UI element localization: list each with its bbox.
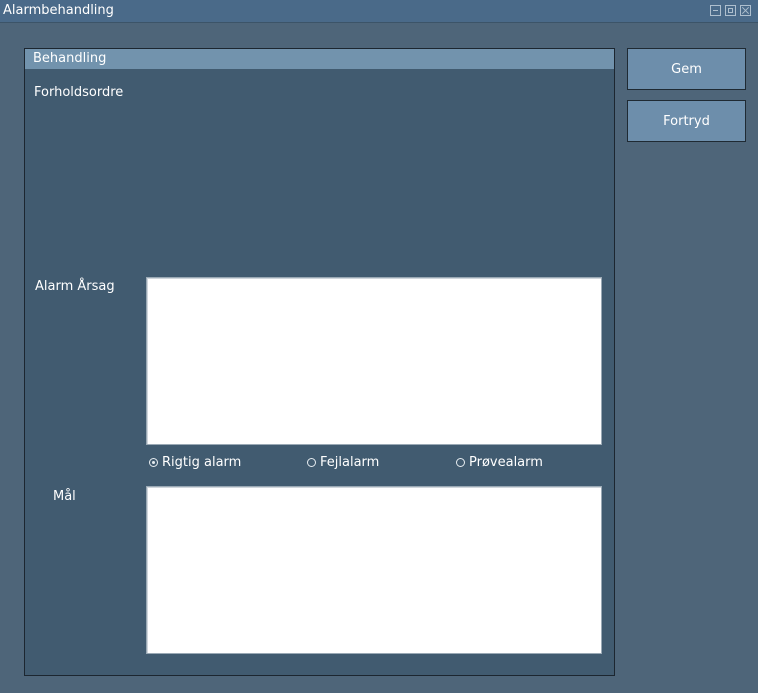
close-icon[interactable] xyxy=(740,5,751,16)
minimize-icon[interactable] xyxy=(710,5,721,16)
goal-label: Mål xyxy=(53,489,76,504)
behandling-panel: Behandling Forholdsordre Alarm Årsag Rig… xyxy=(24,48,615,676)
panel-header: Behandling xyxy=(25,49,614,69)
alarm-cause-textarea[interactable] xyxy=(146,277,602,445)
undo-button[interactable]: Fortryd xyxy=(627,100,746,142)
radio-label: Rigtig alarm xyxy=(162,455,242,470)
forholdsordre-label: Forholdsordre xyxy=(34,85,124,100)
radio-label: Prøvealarm xyxy=(469,455,543,470)
panel-header-label: Behandling xyxy=(33,51,107,66)
radio-selected-icon xyxy=(149,458,158,467)
radio-unselected-icon xyxy=(307,458,316,467)
radio-proevealarm[interactable]: Prøvealarm xyxy=(456,455,543,470)
radio-label: Fejlalarm xyxy=(320,455,380,470)
goal-textarea[interactable] xyxy=(146,486,602,654)
alarm-cause-label: Alarm Årsag xyxy=(35,279,115,294)
radio-fejlalarm[interactable]: Fejlalarm xyxy=(307,455,379,470)
radio-unselected-icon xyxy=(456,458,465,467)
radio-rigtig-alarm[interactable]: Rigtig alarm xyxy=(149,455,241,470)
save-button[interactable]: Gem xyxy=(627,48,746,90)
window-title: Alarmbehandling xyxy=(3,3,114,18)
title-bar: Alarmbehandling xyxy=(0,0,758,23)
maximize-icon[interactable] xyxy=(725,5,736,16)
